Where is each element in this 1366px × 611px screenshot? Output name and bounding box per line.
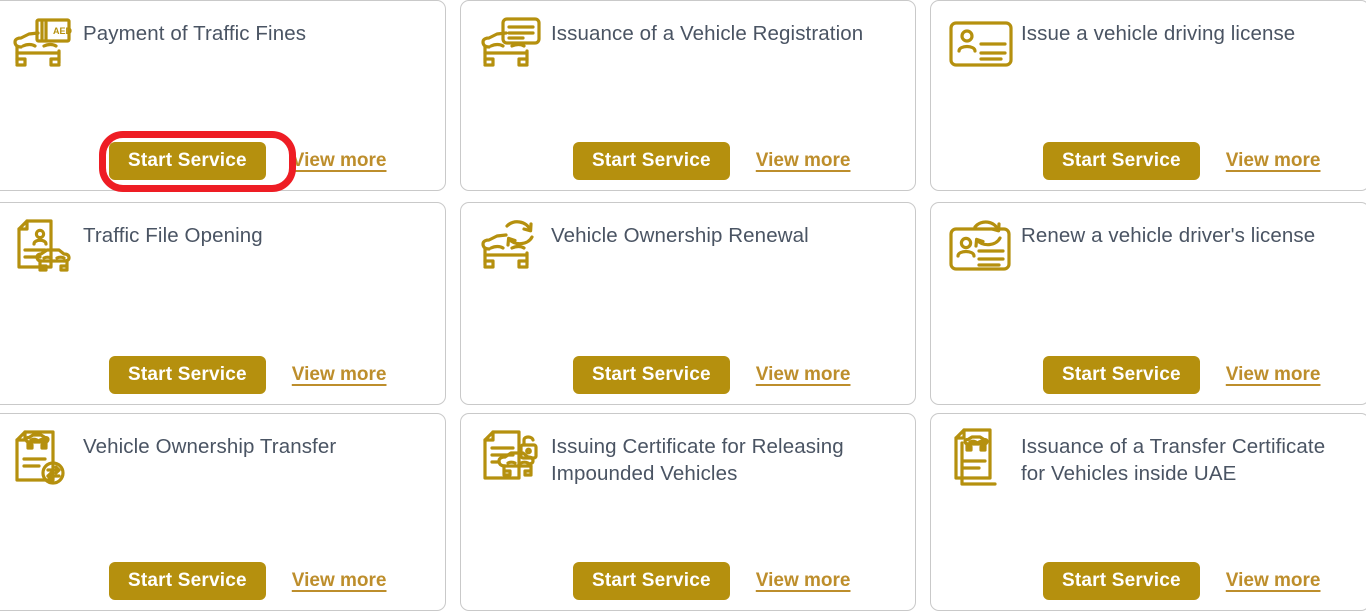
view-more-link-issue-a-vehicle-driving-license[interactable]: View more	[1226, 150, 1321, 172]
service-card-issue-a-vehicle-driving-license[interactable]: Issue a vehicle driving license Start Se…	[930, 0, 1366, 191]
car-with-registration-card-icon	[475, 15, 547, 77]
start-service-button-payment-of-traffic-fines[interactable]: Start Service	[109, 142, 266, 180]
card-header: Traffic File Opening	[0, 217, 435, 279]
card-title: Issue a vehicle driving license	[1021, 22, 1296, 45]
document-with-car-and-open-lock-icon	[475, 428, 547, 490]
view-more-link-renew-a-vehicle-drivers-license[interactable]: View more	[1226, 364, 1321, 386]
service-card-issuance-of-a-transfer-certificate-for-vehicles-inside-uae[interactable]: Issuance of a Transfer Certificate for V…	[930, 413, 1366, 611]
card-header: AED Payment of Traffic Fines	[0, 15, 435, 77]
card-actions: Start Service View more	[573, 142, 850, 180]
card-actions: Start Service View more	[109, 142, 386, 180]
card-title: Vehicle Ownership Renewal	[551, 224, 809, 247]
card-header: Issuing Certificate for Releasing Impoun…	[461, 428, 905, 490]
service-card-renew-a-vehicle-drivers-license[interactable]: Renew a vehicle driver's license Start S…	[930, 202, 1366, 405]
document-with-car-and-transfer-arrows-icon	[7, 428, 79, 490]
view-more-link-vehicle-ownership-renewal[interactable]: View more	[756, 364, 851, 386]
id-license-card-icon	[945, 15, 1017, 77]
card-title: Issuing Certificate for Releasing Impoun…	[551, 435, 844, 485]
start-service-button-renew-a-vehicle-drivers-license[interactable]: Start Service	[1043, 356, 1200, 394]
card-header: Renew a vehicle driver's license	[931, 217, 1359, 279]
view-more-link-issuing-certificate-for-releasing-impounded-vehicles[interactable]: View more	[756, 570, 851, 592]
start-service-button-vehicle-ownership-transfer[interactable]: Start Service	[109, 562, 266, 600]
service-card-vehicle-ownership-transfer[interactable]: Vehicle Ownership Transfer Start Service…	[0, 413, 446, 611]
card-title: Renew a vehicle driver's license	[1021, 224, 1316, 247]
card-actions: Start Service View more	[573, 562, 850, 600]
card-actions: Start Service View more	[1043, 356, 1320, 394]
view-more-link-vehicle-ownership-transfer[interactable]: View more	[292, 570, 387, 592]
start-service-button-issuing-certificate-for-releasing-impounded-vehicles[interactable]: Start Service	[573, 562, 730, 600]
services-grid: AED Payment of Traffic Fines Start Servi…	[0, 0, 1366, 611]
start-service-button-issue-a-vehicle-driving-license[interactable]: Start Service	[1043, 142, 1200, 180]
start-service-button-traffic-file-opening[interactable]: Start Service	[109, 356, 266, 394]
service-card-issuance-of-a-vehicle-registration[interactable]: Issuance of a Vehicle Registration Start…	[460, 0, 916, 191]
card-title: Issuance of a Transfer Certificate for V…	[1021, 435, 1326, 485]
service-card-payment-of-traffic-fines[interactable]: AED Payment of Traffic Fines Start Servi…	[0, 0, 446, 191]
view-more-link-issuance-of-a-transfer-certificate-for-vehicles-inside-uae[interactable]: View more	[1226, 570, 1321, 592]
card-actions: Start Service View more	[1043, 142, 1320, 180]
card-actions: Start Service View more	[109, 356, 386, 394]
card-header: Vehicle Ownership Transfer	[0, 428, 435, 490]
card-actions: Start Service View more	[1043, 562, 1320, 600]
card-title: Payment of Traffic Fines	[83, 22, 307, 45]
card-title: Issuance of a Vehicle Registration	[551, 22, 864, 45]
start-service-button-vehicle-ownership-renewal[interactable]: Start Service	[573, 356, 730, 394]
card-header: Issuance of a Transfer Certificate for V…	[931, 428, 1359, 490]
card-title: Vehicle Ownership Transfer	[83, 435, 337, 458]
document-with-person-and-car-icon	[7, 217, 79, 279]
card-header: Issue a vehicle driving license	[931, 15, 1359, 77]
card-header: Vehicle Ownership Renewal	[461, 217, 905, 279]
view-more-link-issuance-of-a-vehicle-registration[interactable]: View more	[756, 150, 851, 172]
view-more-link-payment-of-traffic-fines[interactable]: View more	[292, 150, 387, 172]
start-service-button-issuance-of-a-vehicle-registration[interactable]: Start Service	[573, 142, 730, 180]
card-header: Issuance of a Vehicle Registration	[461, 15, 905, 77]
car-with-aed-banknote-icon: AED	[7, 15, 79, 77]
card-actions: Start Service View more	[109, 562, 386, 600]
start-service-button-issuance-of-a-transfer-certificate-for-vehicles-inside-uae[interactable]: Start Service	[1043, 562, 1200, 600]
svg-text:AED: AED	[53, 26, 73, 36]
service-card-vehicle-ownership-renewal[interactable]: Vehicle Ownership Renewal Start Service …	[460, 202, 916, 405]
service-card-issuing-certificate-for-releasing-impounded-vehicles[interactable]: Issuing Certificate for Releasing Impoun…	[460, 413, 916, 611]
license-card-with-renew-arrows-icon	[945, 217, 1017, 279]
car-with-renew-arrows-icon	[475, 217, 547, 279]
view-more-link-traffic-file-opening[interactable]: View more	[292, 364, 387, 386]
card-title: Traffic File Opening	[83, 224, 263, 247]
card-actions: Start Service View more	[573, 356, 850, 394]
service-card-traffic-file-opening[interactable]: Traffic File Opening Start Service View …	[0, 202, 446, 405]
stacked-documents-with-car-icon	[945, 428, 1017, 490]
